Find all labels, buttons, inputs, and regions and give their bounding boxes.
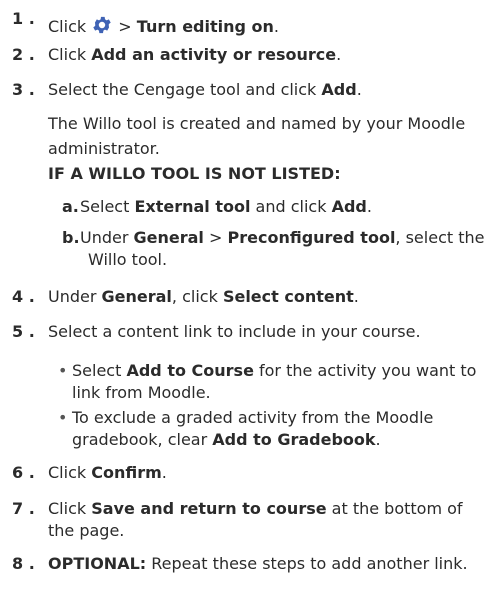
bullet-text: Select Add to Course for the activity yo…	[72, 361, 477, 402]
step-text: Select a content link to include in your…	[48, 322, 421, 341]
gear-icon	[93, 16, 111, 34]
bullet-icon: •	[58, 361, 68, 380]
step-number: 4 .	[12, 287, 35, 306]
bullet-text: To exclude a graded activity from the Mo…	[72, 408, 434, 449]
willo-heading: IF A WILLO TOOL IS NOT LISTED:	[48, 164, 341, 183]
step-number: 3 .	[12, 80, 35, 99]
sub-step-a: a. Select External tool and click Add.	[62, 196, 488, 218]
step-text: Click > Turn editing on.	[48, 14, 488, 38]
step-text: Click Confirm.	[48, 463, 167, 482]
step-text: Under General, click Select content.	[48, 287, 359, 306]
step-number: 1 .	[12, 9, 35, 28]
step-text: OPTIONAL: Repeat these steps to add anot…	[48, 554, 468, 573]
sub-step-label: a.	[62, 197, 79, 216]
instructions-document: 1 . Click > Turn editing on. 2 . Click A…	[0, 0, 496, 604]
bullet-icon: •	[58, 408, 68, 427]
step-number: 7 .	[12, 499, 35, 518]
step-text: Select the Cengage tool and click Add.	[48, 80, 362, 99]
list-item: • To exclude a graded activity from the …	[58, 407, 488, 451]
sub-step-label: b.	[62, 228, 80, 247]
step-number: 8 .	[12, 554, 35, 573]
sub-step-b: b. Under General > Preconfigured tool, s…	[62, 227, 488, 271]
step-number: 2 .	[12, 45, 35, 64]
step-text: Click Add an activity or resource.	[48, 45, 342, 64]
willo-note: The Willo tool is created and named by y…	[48, 114, 466, 158]
sub-step-text: Select External tool and click Add.	[80, 197, 372, 216]
step-number: 5 .	[12, 322, 35, 341]
sub-step-text: Under General > Preconfigured tool, sele…	[80, 228, 485, 269]
step-number: 6 .	[12, 463, 35, 482]
step-text: Click Save and return to course at the b…	[48, 499, 463, 540]
list-item: • Select Add to Course for the activity …	[58, 360, 488, 404]
